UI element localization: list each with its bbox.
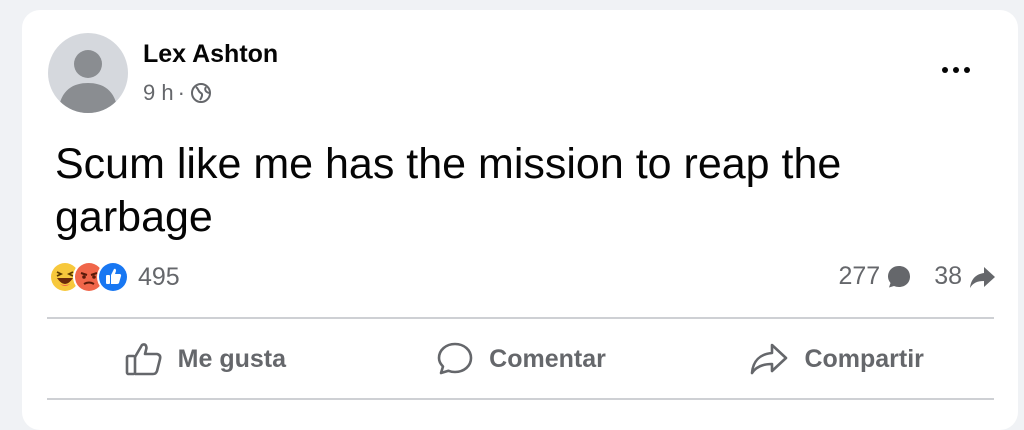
comment-bubble-icon (888, 265, 911, 287)
meta-separator: · (177, 80, 185, 105)
comment-count-link[interactable]: 277 (838, 262, 912, 291)
more-dot-icon (953, 67, 959, 73)
more-dot-icon (964, 67, 970, 73)
comment-count: 277 (838, 262, 881, 290)
more-dot-icon (942, 67, 948, 73)
divider (47, 398, 994, 400)
like-label: Me gusta (177, 344, 287, 373)
share-button[interactable]: Compartir (678, 340, 994, 378)
share-count: 38 (934, 262, 962, 290)
default-avatar-icon (58, 50, 118, 113)
share-arrow-icon (970, 266, 995, 288)
post-meta: 9 h · (143, 80, 212, 106)
post-time[interactable]: 9 h (143, 80, 174, 106)
reaction-icons (48, 260, 129, 294)
author-name[interactable]: Lex Ashton (143, 40, 278, 69)
reaction-count: 495 (138, 262, 180, 291)
avatar[interactable] (48, 33, 128, 113)
post-stats: 277 38 (838, 262, 996, 291)
post-text: Scum like me has the mission to reap the… (55, 140, 842, 241)
comment-label: Comentar (489, 344, 606, 373)
share-label: Compartir (804, 344, 924, 373)
globe-icon[interactable] (190, 82, 212, 104)
comment-button[interactable]: Comentar (363, 340, 679, 378)
like-icon (97, 261, 129, 293)
divider (47, 317, 994, 319)
reactions-summary[interactable]: 495 (48, 260, 180, 294)
share-icon (751, 343, 788, 375)
action-bar: Me gusta Comentar Compartir (47, 320, 994, 398)
more-options-button[interactable] (936, 60, 976, 80)
comment-icon (437, 342, 473, 375)
share-count-link[interactable]: 38 (934, 262, 996, 291)
post-card: Lex Ashton 9 h · Scum like me has the mi… (22, 10, 1018, 430)
thumbs-up-icon (125, 343, 162, 376)
like-button[interactable]: Me gusta (47, 340, 363, 378)
